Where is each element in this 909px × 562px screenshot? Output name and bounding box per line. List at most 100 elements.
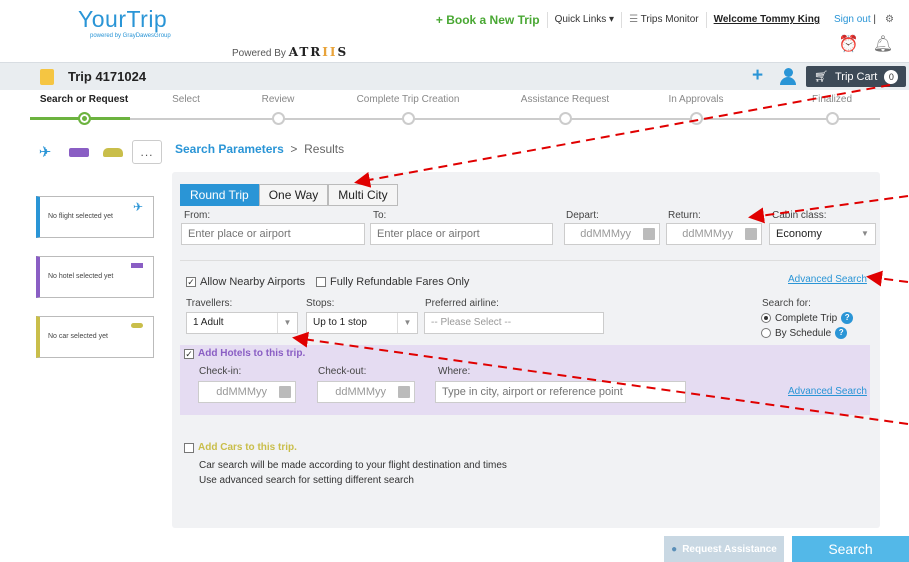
preferred-airline-label: Preferred airline:: [425, 298, 499, 309]
nearby-airports-checkbox[interactable]: ✓ Allow Nearby Airports: [186, 276, 305, 288]
car-icon[interactable]: [98, 140, 128, 164]
checkbox[interactable]: [316, 277, 326, 287]
bell-icon[interactable]: 🔔︎: [873, 34, 893, 54]
search-button[interactable]: Search: [792, 536, 909, 562]
step-dot: [559, 112, 572, 125]
car-slot[interactable]: No car selected yet: [36, 316, 154, 358]
alarm-clock-icon[interactable]: ⏰: [839, 34, 859, 54]
tab-round-trip[interactable]: Round Trip: [180, 184, 259, 206]
travellers-select[interactable]: 1 Adult ▼: [186, 312, 298, 334]
powered-by: Powered By ATRIIS: [232, 45, 348, 59]
header-icons: ⏰ 🔔︎: [839, 34, 893, 54]
chevron-down-icon: ▼: [397, 313, 417, 333]
book-new-trip-link[interactable]: + Book a New Trip: [429, 12, 547, 28]
hotel-where-input[interactable]: [435, 381, 686, 403]
return-label: Return:: [668, 210, 701, 221]
hotel-slot[interactable]: No hotel selected yet: [36, 256, 154, 298]
search-for-label: Search for:: [762, 298, 811, 309]
breadcrumb-results[interactable]: Results: [304, 142, 344, 156]
radio-selected[interactable]: [761, 313, 771, 323]
step-dot: [402, 112, 415, 125]
calendar-icon[interactable]: [745, 228, 757, 240]
breadcrumb: Search Parameters > Results: [175, 142, 345, 156]
step-dot: [690, 112, 703, 125]
plus-icon[interactable]: +: [752, 65, 763, 87]
app-header: YourTrip powered by GrayDawesGroup Power…: [0, 0, 909, 62]
welcome-user-link[interactable]: Welcome Tommy King: [705, 12, 827, 28]
trip-cart-label: Trip Cart: [834, 70, 878, 83]
trip-bar: Trip 4171024 + 🛒︎ Trip Cart 0: [0, 62, 909, 90]
flight-slot[interactable]: ✈ No flight selected yet: [36, 196, 154, 238]
progress-steps: Search or Request Select Review Complete…: [0, 92, 909, 128]
bed-icon: [131, 260, 143, 268]
trip-title: Trip 4171024: [68, 69, 147, 84]
checkbox[interactable]: [184, 442, 194, 453]
airplane-icon[interactable]: ✈: [30, 140, 60, 164]
help-icon[interactable]: ?: [841, 312, 854, 324]
preferred-airline-select[interactable]: -- Please Select --: [424, 312, 604, 334]
travel-mode-buttons: ✈ ...: [30, 140, 162, 164]
car-note-advanced: Use advanced search for setting differen…: [199, 475, 414, 486]
tab-one-way[interactable]: One Way: [258, 184, 329, 206]
atriis-logo: ATRIIS: [288, 45, 349, 59]
document-icon: [40, 69, 54, 85]
chevron-down-icon: ▼: [277, 313, 297, 333]
hotel-advanced-search-link[interactable]: Advanced Search: [788, 386, 867, 397]
car-note-destination: Car search will be made according to you…: [199, 460, 507, 471]
trip-type-tabs: Round Trip One Way Multi City: [180, 184, 398, 206]
add-cars-checkbox[interactable]: Add Cars to this trip.: [184, 442, 297, 453]
return-date-input[interactable]: ddMMMyy: [666, 223, 762, 245]
user-icon: ●: [671, 543, 678, 555]
flight-advanced-search-link[interactable]: Advanced Search: [788, 274, 867, 285]
step-assistance-request: Assistance Request: [520, 94, 610, 105]
checkbox-checked[interactable]: ✓: [184, 348, 194, 359]
refundable-only-checkbox[interactable]: Fully Refundable Fares Only: [316, 276, 469, 288]
check-in-date-input[interactable]: ddMMMyy: [198, 381, 296, 403]
from-label: From:: [184, 210, 211, 221]
logo[interactable]: YourTrip: [78, 6, 167, 33]
breadcrumb-search-parameters[interactable]: Search Parameters: [175, 142, 284, 156]
from-input[interactable]: [181, 223, 365, 245]
travellers-label: Travellers:: [186, 298, 233, 309]
complete-trip-radio[interactable]: Complete Trip?: [761, 312, 854, 324]
depart-date-input[interactable]: ddMMMyy: [564, 223, 660, 245]
logo-subtitle: powered by GrayDawesGroup: [90, 33, 171, 39]
help-icon[interactable]: ?: [835, 327, 848, 339]
divider: [180, 260, 870, 261]
gear-icon[interactable]: ⚙: [878, 12, 901, 28]
step-review: Review: [261, 94, 295, 105]
tab-multi-city[interactable]: Multi City: [328, 184, 398, 206]
by-schedule-radio[interactable]: By Schedule?: [761, 327, 848, 339]
trips-monitor-link[interactable]: ☰ Trips Monitor: [621, 12, 706, 28]
to-input[interactable]: [370, 223, 553, 245]
airplane-icon: ✈: [132, 200, 143, 214]
more-button[interactable]: ...: [132, 140, 162, 164]
calendar-icon[interactable]: [398, 386, 410, 398]
add-hotels-checkbox[interactable]: ✓ Add Hotels to this trip.: [184, 348, 305, 359]
calendar-icon[interactable]: [643, 228, 655, 240]
quick-links-menu[interactable]: Quick Links ▾: [546, 12, 621, 28]
cabin-class-select[interactable]: Economy ▼: [769, 223, 876, 245]
step-dot: [272, 112, 285, 125]
checkbox-checked[interactable]: ✓: [186, 277, 196, 287]
powered-by-label: Powered By: [232, 48, 286, 59]
check-out-date-input[interactable]: ddMMMyy: [317, 381, 415, 403]
step-in-approvals: In Approvals: [668, 94, 724, 105]
radio[interactable]: [761, 328, 771, 338]
step-complete-trip-creation: Complete Trip Creation: [356, 94, 460, 105]
flight-slot-text: No flight selected yet: [48, 213, 113, 220]
request-assistance-button[interactable]: ● Request Assistance: [664, 536, 784, 562]
user-icon[interactable]: [780, 68, 796, 85]
stops-select[interactable]: Up to 1 stop ▼: [306, 312, 418, 334]
calendar-icon[interactable]: [279, 386, 291, 398]
list-icon: ☰: [629, 14, 641, 25]
hotel-slot-text: No hotel selected yet: [48, 273, 114, 280]
top-nav: + Book a New Trip Quick Links ▾ ☰ Trips …: [429, 12, 901, 28]
cabin-class-label: Cabin class:: [772, 210, 827, 221]
car-slot-text: No car selected yet: [48, 333, 108, 340]
cart-icon: 🛒︎: [814, 71, 828, 83]
trip-cart-button[interactable]: 🛒︎ Trip Cart 0: [806, 66, 906, 87]
bed-icon[interactable]: [64, 140, 94, 164]
check-in-label: Check-in:: [199, 366, 242, 377]
sign-out-link[interactable]: Sign out: [834, 14, 871, 25]
